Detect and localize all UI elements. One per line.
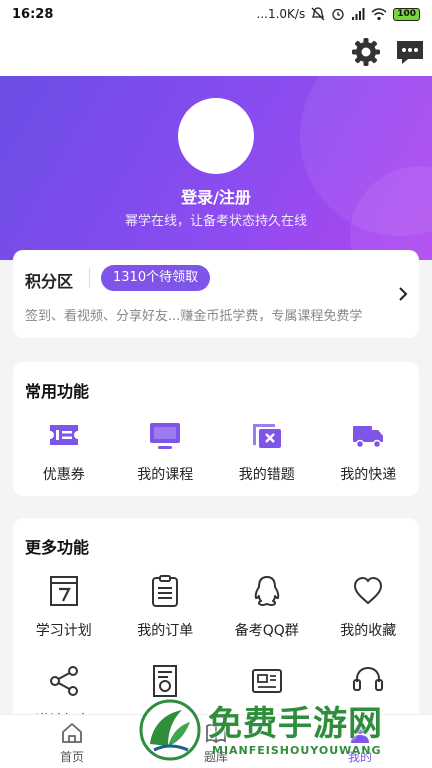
home-icon: [62, 723, 82, 743]
my-delivery-item[interactable]: 我的快递: [318, 418, 420, 498]
common-functions-card: 常用功能 优惠券 我的课程 我的错题 我的快递: [13, 362, 419, 496]
nav-home-label: 首页: [59, 750, 84, 764]
mistakes-icon: [252, 424, 281, 448]
gear-icon[interactable]: [350, 36, 382, 68]
divider: [89, 268, 90, 288]
chevron-right-icon[interactable]: [395, 286, 411, 302]
watermark-logo-icon: [139, 699, 201, 761]
signal-icon: [352, 8, 365, 20]
points-card[interactable]: 积分区 1310个待领取 签到、看视频、分享好友...赚金币抵学费，专属课程免费…: [13, 250, 419, 338]
heart-icon: [354, 576, 383, 605]
mute-icon: [311, 7, 325, 21]
study-plan-label: 学习计划: [35, 623, 92, 639]
qq-icon: [254, 576, 279, 606]
share-icon: [49, 666, 78, 696]
watermark-subtitle: MIANFEISHOUYOUWANG: [212, 744, 382, 757]
order-icon: [152, 575, 179, 607]
top-bar: [0, 28, 432, 76]
avatar[interactable]: [178, 98, 254, 174]
qq-group-label: 备考QQ群: [234, 623, 299, 639]
delivery-icon: [353, 426, 384, 449]
watermark: 免费手游网 MIANFEISHOUYOUWANG: [130, 692, 430, 768]
network-speed: ...1.0K/s: [256, 7, 306, 21]
my-mistakes-label: 我的错题: [238, 467, 295, 483]
my-courses-label: 我的课程: [137, 467, 194, 483]
points-badge[interactable]: 1310个待领取: [101, 265, 211, 291]
points-description: 签到、看视频、分享好友...赚金币抵学费，专属课程免费学: [25, 309, 363, 324]
nav-home[interactable]: 首页: [0, 715, 144, 768]
profile-header: 登录/注册 幂学在线，让备考状态持久在线: [0, 76, 432, 260]
coupon-icon: [49, 425, 78, 445]
my-mistakes-item[interactable]: 我的错题: [216, 418, 318, 498]
wifi-icon: [371, 8, 387, 21]
my-courses-item[interactable]: 我的课程: [115, 418, 217, 498]
status-bar: 16:28 ...1.0K/s 100: [0, 0, 432, 28]
message-icon[interactable]: [394, 36, 426, 68]
status-time: 16:28: [12, 6, 54, 22]
alarm-icon: [332, 8, 344, 21]
slogan-text: 幂学在线，让备考状态持久在线: [124, 214, 307, 229]
course-icon: [150, 423, 181, 449]
battery-icon: 100: [393, 7, 420, 21]
study-plan-item[interactable]: 学习计划: [13, 574, 115, 664]
points-title: 积分区: [25, 272, 74, 291]
common-functions-grid: 优惠券 我的课程 我的错题 我的快递: [13, 418, 419, 498]
calendar-icon: [49, 576, 78, 606]
favorites-label: 我的收藏: [340, 623, 397, 639]
qq-group-item[interactable]: 备考QQ群: [216, 574, 318, 664]
my-orders-label: 我的订单: [137, 623, 194, 639]
my-delivery-label: 我的快递: [340, 467, 397, 483]
watermark-title: 免费手游网: [208, 704, 383, 744]
my-orders-item[interactable]: 我的订单: [115, 574, 217, 664]
login-register-link[interactable]: 登录/注册: [0, 184, 432, 208]
coupon-item[interactable]: 优惠券: [13, 418, 115, 498]
section-title: 常用功能: [25, 382, 90, 401]
coupon-label: 优惠券: [42, 467, 85, 483]
section-title: 更多功能: [25, 538, 90, 557]
favorites-item[interactable]: 我的收藏: [318, 574, 420, 664]
